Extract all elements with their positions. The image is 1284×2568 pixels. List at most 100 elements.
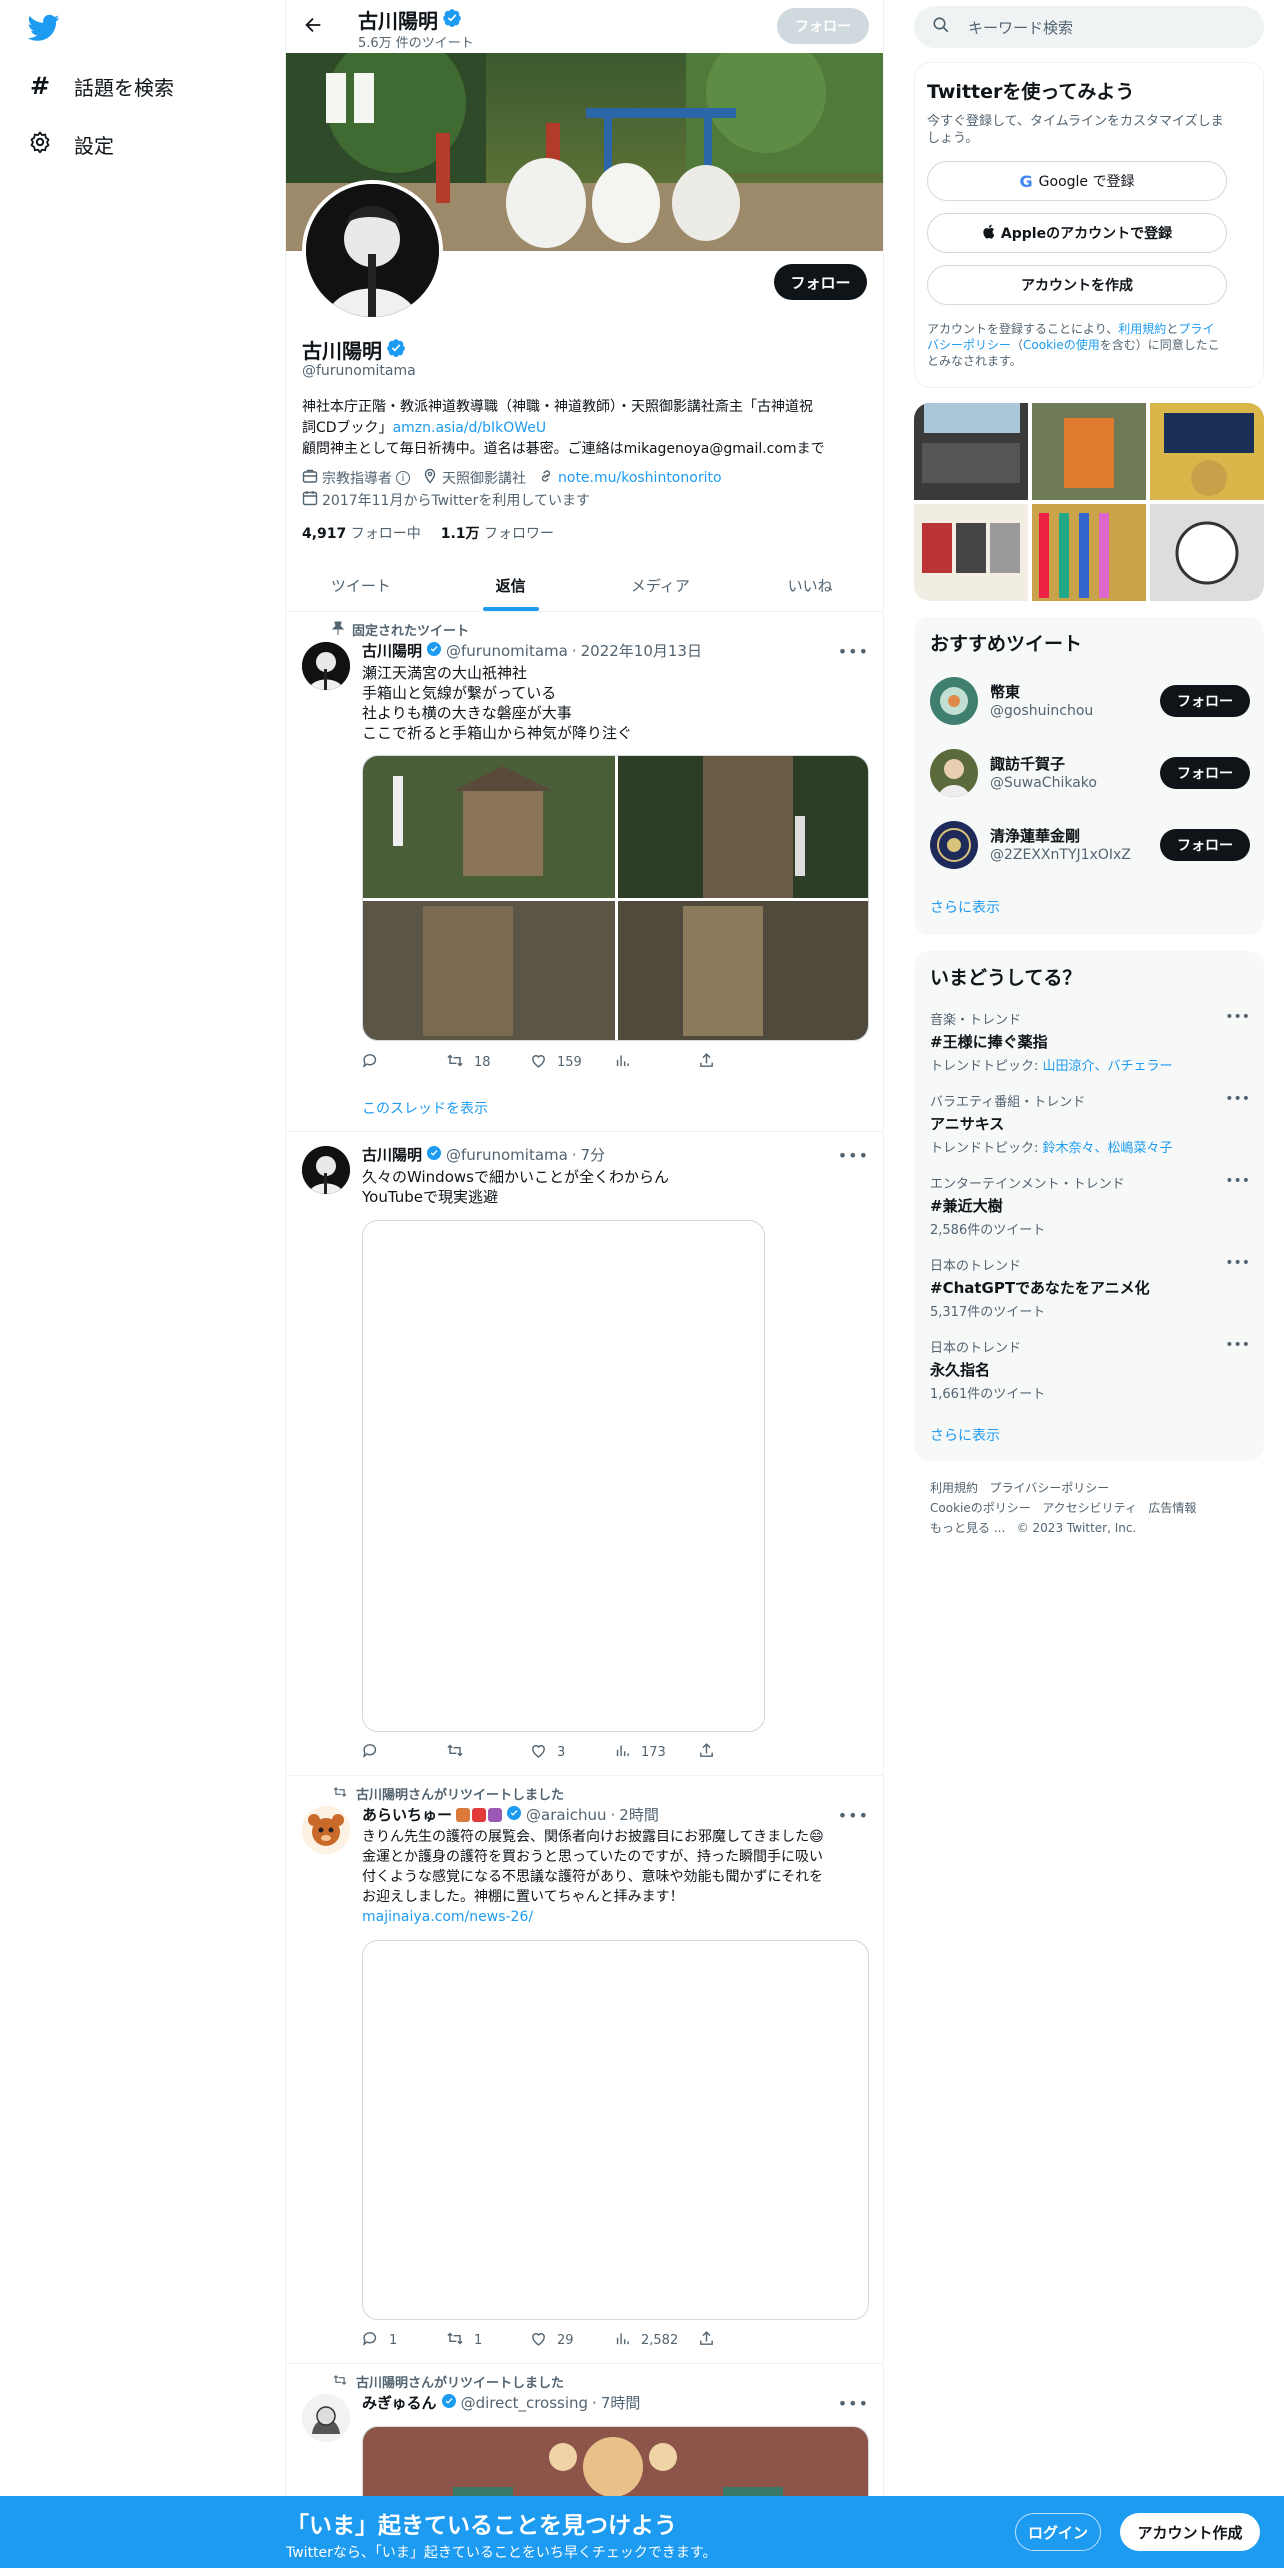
show-more-link[interactable]: さらに表示: [930, 897, 1000, 917]
more-options-icon[interactable]: •••: [1225, 1009, 1250, 1025]
follow-button[interactable]: フォロー: [1160, 829, 1250, 861]
tweet-avatar[interactable]: [302, 1806, 350, 1854]
back-arrow-icon[interactable]: [302, 14, 326, 38]
profile-media-grid[interactable]: [914, 403, 1264, 601]
show-thread-link[interactable]: このスレッドを表示: [362, 1098, 488, 1118]
terms-link[interactable]: 利用規約: [1118, 322, 1166, 336]
footer-link[interactable]: 利用規約: [930, 1481, 978, 1495]
pinned-label: 固定されたツイート: [352, 624, 470, 639]
trend-item[interactable]: 音楽・トレンド #王様に捧ぐ薬指 トレンドトピック: 山田涼介、バチェラー ••…: [930, 1009, 1250, 1074]
tab-media[interactable]: メディア: [586, 560, 736, 611]
tweet-avatar[interactable]: [302, 642, 350, 690]
info-icon[interactable]: i: [396, 471, 410, 485]
footer-link[interactable]: アクセシビリティ: [1042, 1501, 1137, 1515]
tab-likes[interactable]: いいね: [735, 560, 883, 611]
search-box[interactable]: キーワード検索: [914, 6, 1264, 48]
tweet-author-name[interactable]: 古川陽明: [362, 1144, 422, 1165]
login-button[interactable]: ログイン: [1015, 2513, 1101, 2551]
more-options-icon[interactable]: •••: [1225, 1091, 1250, 1107]
followers-stat[interactable]: 1.1万 フォロワー: [441, 523, 554, 543]
cookie-link[interactable]: Cookieの使用: [1023, 338, 1100, 352]
retweet-button[interactable]: [446, 1742, 530, 1762]
share-button[interactable]: [698, 1742, 782, 1762]
views-button[interactable]: 173: [614, 1742, 698, 1762]
tab-tweets[interactable]: ツイート: [286, 560, 436, 611]
retweet-button[interactable]: 18: [446, 1052, 530, 1072]
views-button[interactable]: 2,582: [614, 2330, 698, 2350]
profile-avatar[interactable]: [302, 180, 443, 321]
follow-button[interactable]: フォロー: [1160, 685, 1250, 717]
tweet-video-embed[interactable]: [362, 1220, 765, 1732]
retweet-indicator: 古川陽明さんがリツイートしました: [332, 2372, 564, 2391]
following-stat[interactable]: 4,917 フォロー中: [302, 523, 421, 543]
nav-settings[interactable]: 設定: [28, 124, 114, 164]
signup-title: Twitterを使ってみよう: [927, 81, 1135, 103]
trend-item[interactable]: 日本のトレンド #ChatGPTであなたをアニメ化 5,317件のツイート ••…: [930, 1255, 1250, 1320]
tweet-author-name[interactable]: 古川陽明: [362, 640, 422, 661]
footer-link[interactable]: Cookieのポリシー: [930, 1501, 1031, 1515]
footer-link[interactable]: プライバシーポリシー: [989, 1481, 1109, 1495]
tweet-author-name[interactable]: あらいちゅー: [362, 1804, 452, 1825]
tweet-item[interactable]: ••• 古川陽明 @furunomitama · 7分 久々のWindowsで細…: [286, 1132, 883, 1776]
tweet-author-handle[interactable]: @araichuu: [526, 1806, 607, 1824]
search-placeholder[interactable]: キーワード検索: [968, 17, 1073, 38]
retweet-button[interactable]: 1: [446, 2330, 530, 2350]
google-signup-button[interactable]: G Google で登録: [927, 161, 1227, 201]
nav-explore[interactable]: # 話題を検索: [28, 66, 174, 106]
reply-button[interactable]: [362, 1742, 446, 1762]
tweet-link[interactable]: majinaiya.com/news-26/: [362, 1907, 869, 1927]
reply-button[interactable]: [362, 1052, 446, 1072]
follow-button[interactable]: フォロー: [1160, 757, 1250, 789]
create-account-button[interactable]: アカウントを作成: [927, 265, 1227, 305]
share-button[interactable]: [698, 1052, 782, 1072]
twitter-logo-icon[interactable]: [27, 14, 64, 44]
apple-signup-button[interactable]: Appleのアカウントで登録: [927, 213, 1227, 253]
tweet-timestamp[interactable]: 7時間: [601, 2392, 641, 2413]
trend-item[interactable]: エンターテインメント・トレンド #兼近大樹 2,586件のツイート •••: [930, 1173, 1250, 1238]
like-button[interactable]: 3: [530, 1742, 614, 1762]
website-link[interactable]: note.mu/koshintonorito: [558, 470, 722, 486]
trend-links[interactable]: 山田涼介、バチェラー: [1043, 1059, 1173, 1074]
retweet-label[interactable]: 古川陽明さんがリツイートしました: [356, 2372, 564, 2391]
retweet-icon: [332, 2373, 348, 2391]
views-button[interactable]: [614, 1052, 698, 1072]
show-more-link[interactable]: さらに表示: [930, 1425, 1000, 1445]
reply-button[interactable]: 1: [362, 2330, 446, 2350]
tweet-author-handle[interactable]: @furunomitama: [446, 642, 568, 660]
tweet-avatar[interactable]: [302, 2394, 350, 2442]
more-options-icon[interactable]: •••: [1225, 1255, 1250, 1271]
tweet-avatar[interactable]: [302, 1146, 350, 1194]
follow-suggestion[interactable]: 諏訪千賀子 @SuwaChikako フォロー: [930, 747, 1250, 799]
tweet-timestamp[interactable]: 2022年10月13日: [581, 640, 702, 661]
bio-link[interactable]: amzn.asia/d/bIkOWeU: [393, 420, 547, 436]
tweet-author-name[interactable]: みぎゅるん: [362, 2392, 437, 2413]
more-options-icon[interactable]: •••: [1225, 1173, 1250, 1189]
follow-suggestion[interactable]: 幣東 @goshuinchou フォロー: [930, 675, 1250, 727]
tweet-link-card[interactable]: [362, 1940, 869, 2320]
tweet-item[interactable]: 古川陽明さんがリツイートしました ••• あらいちゅー @araichuu · …: [286, 1776, 883, 2364]
tweet-item[interactable]: 固定されたツイート ••• 古川陽明 @furunomitama · 2022年…: [286, 612, 883, 1132]
tweet-timestamp[interactable]: 7分: [581, 1144, 606, 1165]
retweet-label[interactable]: 古川陽明さんがリツイートしました: [356, 1784, 564, 1803]
profile-website[interactable]: note.mu/koshintonorito: [538, 468, 722, 488]
trend-item[interactable]: 日本のトレンド 永久指名 1,661件のツイート •••: [930, 1337, 1250, 1402]
tweet-media-grid[interactable]: [362, 755, 869, 1041]
profile-follow-button[interactable]: フォロー: [774, 264, 867, 300]
tab-replies[interactable]: 返信: [436, 560, 586, 611]
trend-item[interactable]: バラエティ番組・トレンド アニサキス トレンドトピック: 鈴木奈々、松嶋菜々子 …: [930, 1091, 1250, 1156]
signup-button[interactable]: アカウント作成: [1120, 2513, 1260, 2551]
follow-suggestion[interactable]: 清浄蓮華金剛 @2ZEXXnTYJ1xOIxZ フォロー: [930, 819, 1250, 871]
tweet-author-handle[interactable]: @furunomitama: [446, 1146, 568, 1164]
share-button[interactable]: [698, 2330, 782, 2350]
footer-more-link[interactable]: もっと見る ...: [930, 1521, 1005, 1535]
like-button[interactable]: 159: [530, 1052, 614, 1072]
header-follow-button[interactable]: フォロー: [777, 8, 869, 44]
profile-category: 宗教指導者 i: [302, 468, 410, 488]
create-account-label: アカウントを作成: [1021, 278, 1133, 294]
tweet-timestamp[interactable]: 2時間: [619, 1804, 659, 1825]
like-button[interactable]: 29: [530, 2330, 614, 2350]
trend-links[interactable]: 鈴木奈々、松嶋菜々子: [1043, 1141, 1173, 1156]
tweet-author-handle[interactable]: @direct_crossing: [461, 2394, 588, 2412]
footer-link[interactable]: 広告情報: [1148, 1501, 1196, 1515]
more-options-icon[interactable]: •••: [1225, 1337, 1250, 1353]
